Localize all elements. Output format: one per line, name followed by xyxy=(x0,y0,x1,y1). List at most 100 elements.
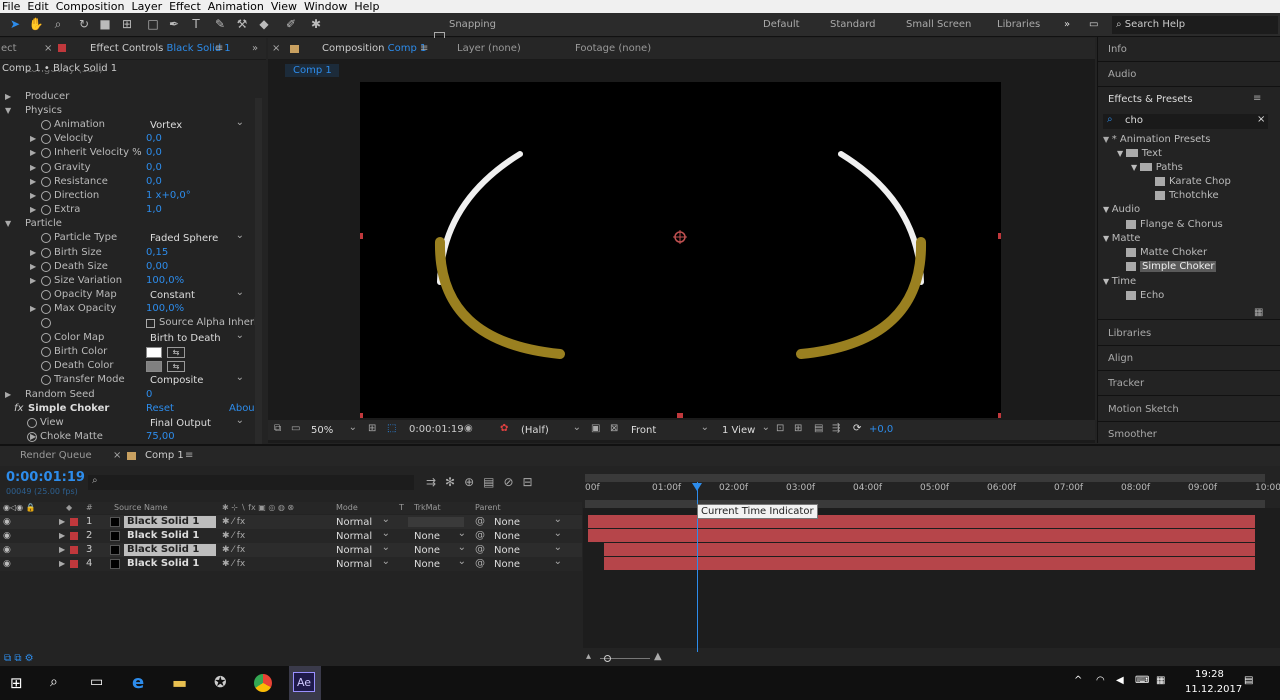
menu-help[interactable]: Help xyxy=(352,0,384,13)
label-column-icon[interactable]: ◆ xyxy=(66,502,72,514)
layer-trkmat-dropdown[interactable]: None xyxy=(414,555,466,571)
disclosure-triangle-icon[interactable]: ▶ xyxy=(30,203,36,217)
stopwatch-icon[interactable] xyxy=(41,375,51,385)
tree-time-category[interactable]: ▼ Time xyxy=(1103,276,1136,287)
stopwatch-icon[interactable] xyxy=(41,120,51,130)
panel-menu-icon[interactable]: ≡ xyxy=(420,43,428,54)
layer-name[interactable]: Black Solid 1 xyxy=(124,544,216,556)
app-icon[interactable]: ✪ xyxy=(214,673,227,691)
pick-whip-icon[interactable]: @ xyxy=(475,515,485,529)
toggle-pixel-aspect-icon[interactable]: ⊡ xyxy=(776,423,784,434)
stopwatch-icon[interactable] xyxy=(41,248,51,258)
layer-duration-bar[interactable] xyxy=(604,557,1255,570)
trkmat-header[interactable]: TrkMat xyxy=(414,502,441,514)
tree-simple-choker[interactable]: Simple Choker xyxy=(1126,261,1217,272)
search-help-field[interactable]: ⌕ Search Help xyxy=(1112,16,1278,34)
layer-parent-dropdown[interactable]: None xyxy=(494,527,562,543)
visibility-eye-icon[interactable]: ◉ xyxy=(3,543,11,557)
comp-viewer-canvas[interactable] xyxy=(357,82,1004,419)
velocity-value[interactable]: 0,0 xyxy=(146,132,162,146)
effect-controls-tab[interactable]: Effect Controls Black Solid 1 xyxy=(90,43,231,54)
stopwatch-icon[interactable] xyxy=(41,318,51,328)
random-seed-value[interactable]: 0 xyxy=(146,388,152,402)
workspace-libraries[interactable]: Libraries xyxy=(997,19,1040,30)
magnification-dropdown[interactable]: 50% xyxy=(311,421,357,437)
disclosure-triangle-icon[interactable]: ▶ xyxy=(30,161,36,175)
layer-trkmat-dropdown[interactable]: None xyxy=(414,527,466,543)
layer-handle-bottom-left[interactable] xyxy=(357,413,363,419)
opacity-map-dropdown[interactable]: Constant xyxy=(150,286,244,302)
timeline-switches-icons[interactable]: ⇉✻⊕▤⊘⊟ xyxy=(426,475,542,489)
menu-window[interactable]: Window xyxy=(302,0,352,13)
zoom-tool-icon[interactable]: ⌕ xyxy=(50,16,66,32)
stopwatch-icon[interactable] xyxy=(41,347,51,357)
keyboard-icon[interactable]: ▦ xyxy=(1156,675,1165,686)
transparency-grid-icon[interactable]: ⊠ xyxy=(610,423,618,434)
layer-expand-icon[interactable]: ▶ xyxy=(59,529,65,543)
stopwatch-icon[interactable] xyxy=(41,134,51,144)
region-of-interest-icon[interactable]: ▣ xyxy=(591,423,600,434)
pen-tool-icon[interactable]: ✒ xyxy=(166,16,182,32)
current-time-display[interactable]: 0:00:01:19 xyxy=(6,470,85,485)
disclosure-triangle-icon[interactable]: ▶ xyxy=(5,90,11,104)
workspace-panel-icon[interactable]: ▭ xyxy=(1089,19,1098,30)
clone-stamp-tool-icon[interactable]: ⚒ xyxy=(234,16,250,32)
layer-switches-icon[interactable]: ✱ ⁄ fx xyxy=(222,557,245,571)
stopwatch-icon[interactable] xyxy=(41,262,51,272)
disclosure-triangle-icon[interactable]: ▶ xyxy=(30,146,36,160)
windows-start-icon[interactable]: ⊞ xyxy=(10,674,23,692)
stopwatch-icon[interactable] xyxy=(41,276,51,286)
snapshot-icon[interactable]: ◉ xyxy=(464,423,473,434)
layer-label-color-icon[interactable] xyxy=(70,546,78,554)
direction-value[interactable]: 1 x+0,0° xyxy=(146,189,191,203)
effects-presets-header[interactable]: Effects & Presets xyxy=(1108,94,1193,105)
tree-audio-category[interactable]: ▼ Audio xyxy=(1103,204,1140,215)
timeline-search-field[interactable]: ⌕ xyxy=(88,475,414,490)
disclosure-triangle-icon[interactable]: ▶ xyxy=(5,388,11,402)
fast-previews-icon[interactable]: ⊞ xyxy=(794,423,802,434)
layer-parent-dropdown[interactable]: None xyxy=(494,555,562,571)
edge-browser-icon[interactable]: e xyxy=(132,672,144,693)
menu-effect[interactable]: Effect xyxy=(167,0,206,13)
zoom-out-icon[interactable]: ▴ xyxy=(586,651,591,662)
roto-brush-tool-icon[interactable]: ✐ xyxy=(283,16,299,32)
menu-view[interactable]: View xyxy=(269,0,302,13)
stopwatch-icon[interactable] xyxy=(27,432,37,442)
inherit-velocity-value[interactable]: 0,0 xyxy=(146,146,162,160)
menu-file[interactable]: File xyxy=(0,0,25,13)
av-switches-icon[interactable]: ◉◁◉ 🔒 xyxy=(3,502,36,514)
tree-animation-presets[interactable]: ▼ * Animation Presets xyxy=(1103,134,1210,145)
effect-controls-scrollbar[interactable] xyxy=(255,98,262,448)
tree-tchotchke[interactable]: Tchotchke xyxy=(1155,190,1219,201)
tree-matte-choker[interactable]: Matte Choker xyxy=(1126,247,1207,258)
max-opacity-value[interactable]: 100,0% xyxy=(146,302,184,316)
layer-switches-icon[interactable]: ✱ ⁄ fx xyxy=(222,515,245,529)
menu-edit[interactable]: Edit xyxy=(25,0,53,13)
expand-panel-icon[interactable]: » xyxy=(252,43,258,54)
birth-color-swatch[interactable] xyxy=(146,347,162,358)
layer-expand-icon[interactable]: ▶ xyxy=(59,557,65,571)
tree-text-folder[interactable]: ▼ Text xyxy=(1117,148,1162,159)
workspace-small-screen[interactable]: Small Screen xyxy=(906,19,971,30)
layer-parent-dropdown[interactable]: None xyxy=(494,513,562,529)
layer-mode-dropdown[interactable]: Normal xyxy=(336,555,390,571)
extra-value[interactable]: 1,0 xyxy=(146,203,162,217)
death-color-swatch[interactable] xyxy=(146,361,162,372)
visibility-eye-icon[interactable]: ◉ xyxy=(3,515,11,529)
anchor-point-icon[interactable] xyxy=(673,230,687,244)
layer-name[interactable]: Black Solid 1 xyxy=(124,530,216,542)
layer-name[interactable]: Black Solid 1 xyxy=(124,558,216,570)
stopwatch-icon[interactable] xyxy=(41,333,51,343)
transfer-mode-dropdown[interactable]: Composite xyxy=(150,371,244,387)
stopwatch-icon[interactable] xyxy=(41,361,51,371)
close-icon[interactable]: × xyxy=(44,43,52,54)
layer-expand-icon[interactable]: ▶ xyxy=(59,515,65,529)
tracker-panel-header[interactable]: Tracker xyxy=(1108,378,1144,389)
project-tab[interactable]: ect xyxy=(1,43,17,54)
menu-composition[interactable]: Composition xyxy=(54,0,130,13)
type-tool-icon[interactable]: T xyxy=(188,16,204,32)
disclosure-triangle-icon[interactable]: ▶ xyxy=(30,260,36,274)
stopwatch-icon[interactable] xyxy=(41,290,51,300)
comp1-timeline-tab[interactable]: Comp 1 xyxy=(145,450,184,461)
menu-animation[interactable]: Animation xyxy=(206,0,269,13)
